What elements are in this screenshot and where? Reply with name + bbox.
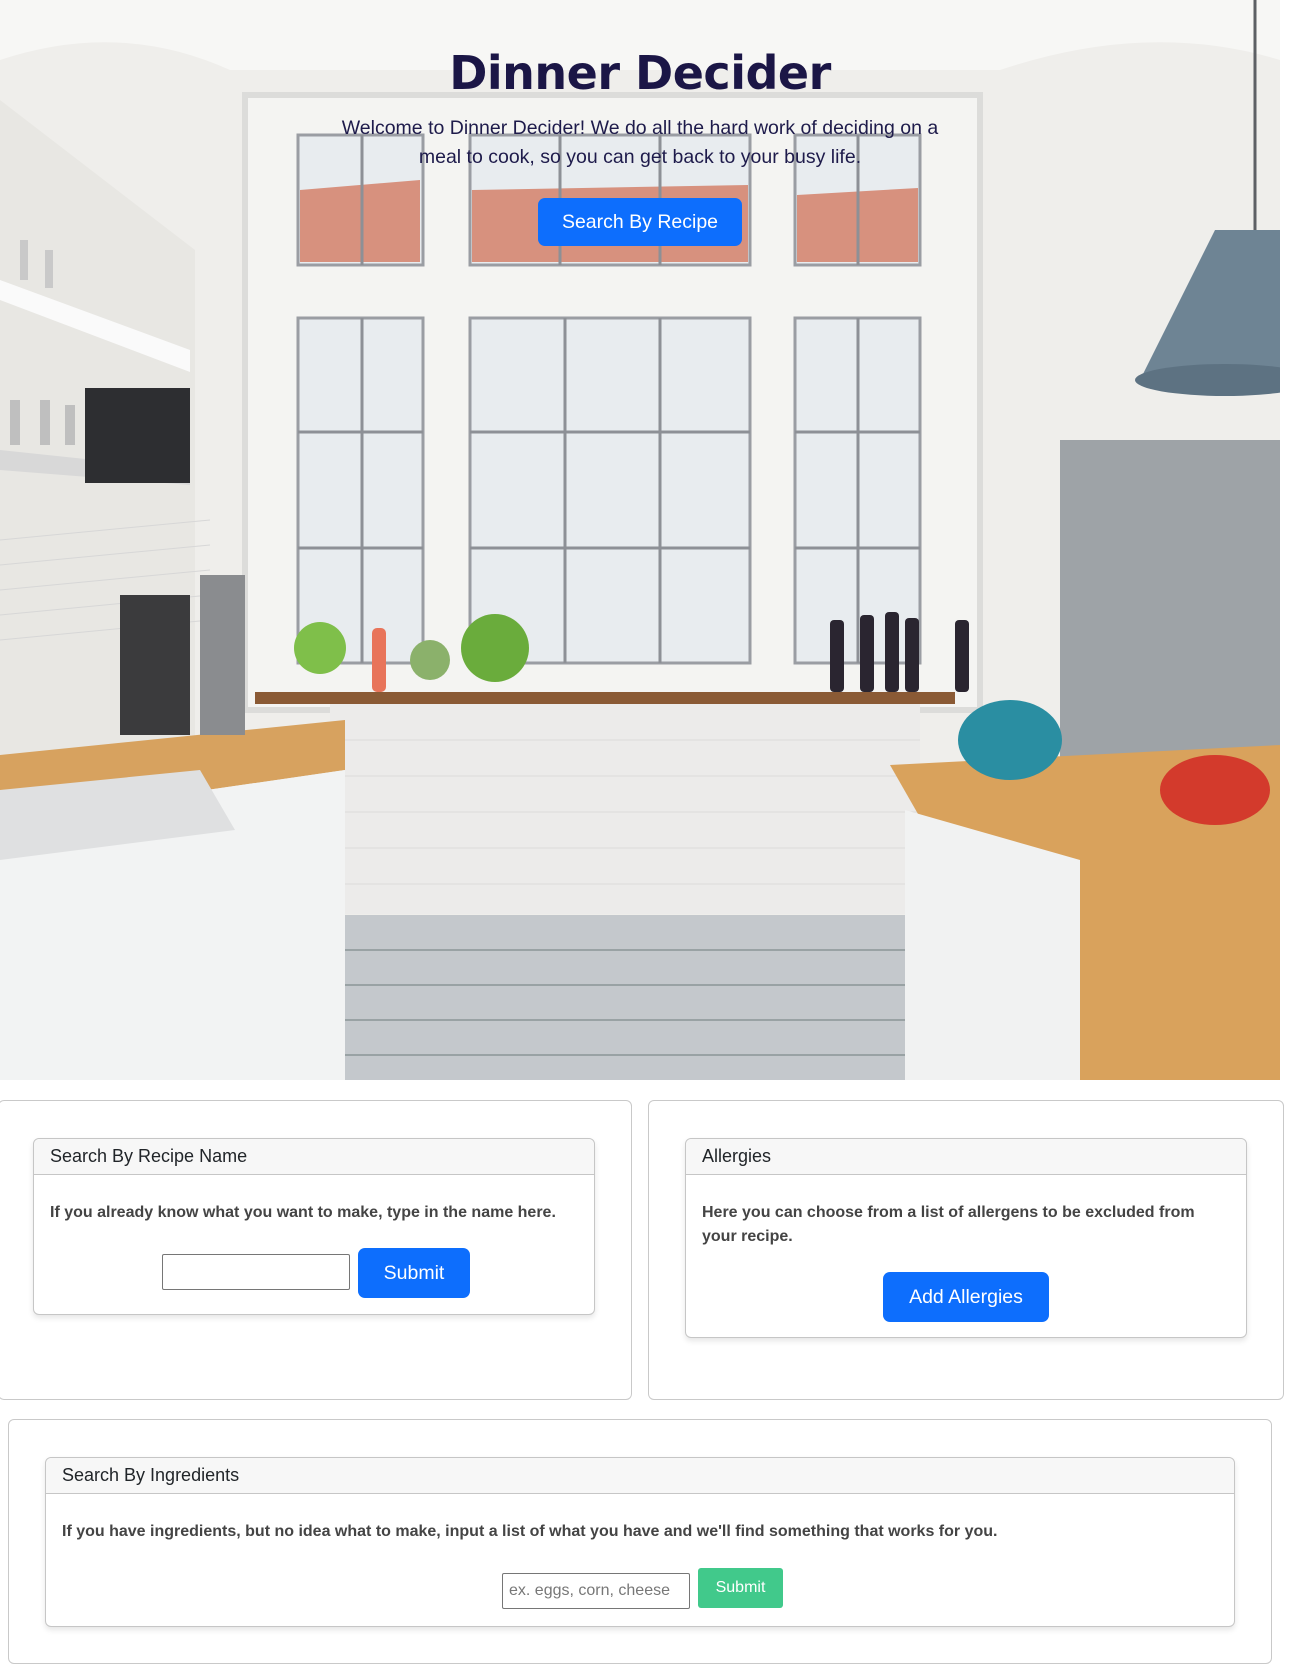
ingredients-card: Search By Ingredients If you have ingred… bbox=[45, 1457, 1235, 1627]
page-title: Dinner Decider bbox=[449, 46, 831, 100]
allergies-card: Allergies Here you can choose from a lis… bbox=[685, 1138, 1247, 1338]
ingredients-input[interactable] bbox=[502, 1573, 690, 1609]
recipe-name-submit-button[interactable]: Submit bbox=[358, 1248, 470, 1298]
add-allergies-button[interactable]: Add Allergies bbox=[883, 1272, 1049, 1322]
ingredients-card-header: Search By Ingredients bbox=[46, 1458, 1234, 1494]
hero-section: Dinner Decider Welcome to Dinner Decider… bbox=[0, 0, 1280, 1080]
recipe-name-card-text: If you already know what you want to mak… bbox=[50, 1204, 556, 1221]
recipe-name-card: Search By Recipe Name If you already kno… bbox=[33, 1138, 595, 1315]
recipe-name-panel: Search By Recipe Name If you already kno… bbox=[0, 1100, 632, 1400]
recipe-name-input[interactable] bbox=[162, 1254, 350, 1290]
hero-subtitle: Welcome to Dinner Decider! We do all the… bbox=[341, 117, 939, 168]
allergies-panel: Allergies Here you can choose from a lis… bbox=[648, 1100, 1284, 1400]
search-by-recipe-button[interactable]: Search By Recipe bbox=[538, 198, 742, 246]
ingredients-card-text: If you have ingredients, but no idea wha… bbox=[62, 1523, 998, 1540]
ingredients-panel: Search By Ingredients If you have ingred… bbox=[8, 1419, 1272, 1664]
recipe-name-card-header: Search By Recipe Name bbox=[34, 1139, 594, 1175]
ingredients-submit-button[interactable]: Submit bbox=[698, 1568, 783, 1608]
allergies-card-text: Here you can choose from a list of aller… bbox=[702, 1204, 1195, 1245]
allergies-card-header: Allergies bbox=[686, 1139, 1246, 1175]
